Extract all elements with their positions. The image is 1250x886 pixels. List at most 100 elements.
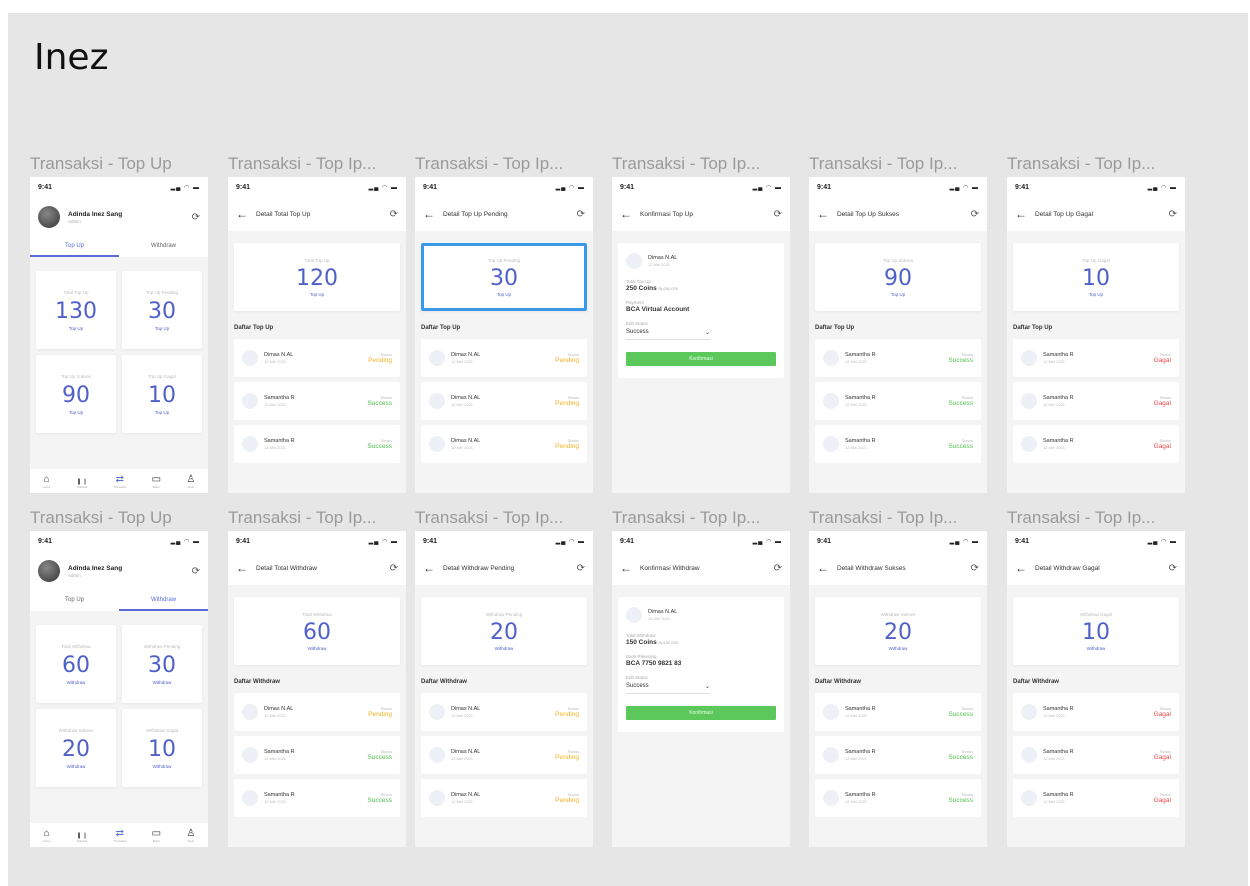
transaction-row[interactable]: Samantha R 12 Mei 2021 Status Success (234, 382, 400, 420)
refresh-icon[interactable]: ⟳ (774, 209, 782, 220)
nav-item-akun[interactable]: ♙ Akun (186, 828, 195, 843)
back-arrow-icon[interactable]: ← (620, 207, 632, 221)
transaction-row[interactable]: Samantha R 12 Mei 2021 Status Gagal (1013, 779, 1179, 817)
screen-frame-8[interactable]: 9:41 ▂▄ ◠ ▬ ← Detail Total Withdraw ⟳ Total W… (228, 531, 406, 847)
transaction-row[interactable]: Dimas N.AL 12 Mei 2021 Status Pending (234, 693, 400, 731)
summary-card[interactable]: Top Up Sukses 90 Top Up (815, 243, 981, 311)
back-arrow-icon[interactable]: ← (236, 207, 248, 221)
transaction-row[interactable]: Samantha R 12 Mei 2021 Status Success (815, 693, 981, 731)
summary-card[interactable]: Top Up Gagal 10 Top Up (1013, 243, 1179, 311)
summary-card[interactable]: Total Withdraw 60 Withdraw (36, 625, 116, 703)
transaction-row[interactable]: Samantha R 12 Mei 2021 Status Gagal (1013, 736, 1179, 774)
row-date: 12 Mei 2021 (845, 359, 868, 364)
refresh-icon[interactable]: ⟳ (390, 563, 398, 574)
summary-card[interactable]: Top Up Sukses 90 Top Up (36, 355, 116, 433)
summary-card[interactable]: Withdraw Pending 30 Withdraw (122, 625, 202, 703)
screen-frame-12[interactable]: 9:41 ▂▄ ◠ ▬ ← Detail Withdraw Gagal ⟳ Withdra… (1007, 531, 1185, 847)
back-arrow-icon[interactable]: ← (423, 561, 435, 575)
person-date: 12 Mei 2021 (648, 262, 671, 267)
transaction-row[interactable]: Dimas N.AL 12 Mei 2021 Status Pending (421, 339, 587, 377)
transaction-row[interactable]: Samantha R 12 Mei 2021 Status Success (234, 736, 400, 774)
nav-item-transaksi[interactable]: ⇄ Transaksi (113, 828, 126, 843)
transaction-row[interactable]: Samantha R 12 Mei 2021 Status Gagal (1013, 382, 1179, 420)
nav-item-home[interactable]: ⌂ Home (43, 828, 51, 843)
summary-card[interactable]: Withdraw Gagal 10 Withdraw (122, 709, 202, 787)
nav-item-akun[interactable]: ♙ Akun (186, 474, 195, 489)
frame-label: Transaksi - Top Ip... (415, 154, 564, 173)
refresh-icon[interactable]: ⟳ (577, 563, 585, 574)
status-select[interactable]: Success ⌄ (626, 680, 710, 694)
confirm-button[interactable]: Konfirmasi (626, 706, 776, 720)
tab-top-up[interactable]: Top Up (30, 237, 119, 257)
back-arrow-icon[interactable]: ← (620, 561, 632, 575)
summary-card[interactable]: Withdraw Pending 20 Withdraw (421, 597, 587, 665)
transaction-row[interactable]: Samantha R 12 Mei 2021 Status Gagal (1013, 693, 1179, 731)
screen-frame-9[interactable]: 9:41 ▂▄ ◠ ▬ ← Detail Withdraw Pending ⟳ Withd… (415, 531, 593, 847)
summary-card[interactable]: Top Up Pending 30 Top Up (421, 243, 587, 311)
back-arrow-icon[interactable]: ← (1015, 207, 1027, 221)
refresh-icon[interactable]: ⟳ (971, 563, 979, 574)
tab-withdraw[interactable]: Withdraw (119, 591, 208, 611)
transaction-row[interactable]: Samantha R 12 Mei 2021 Status Success (234, 425, 400, 463)
status-select[interactable]: Success ⌄ (626, 326, 710, 340)
summary-card[interactable]: Total Top Up 130 Top Up (36, 271, 116, 349)
tab-top-up[interactable]: Top Up (30, 591, 119, 611)
transaction-row[interactable]: Dimas N.AL 12 Mei 2021 Status Pending (421, 693, 587, 731)
screen-frame-2[interactable]: 9:41 ▂▄ ◠ ▬ ← Detail Total Top Up ⟳ Total Top… (228, 177, 406, 493)
transaction-row[interactable]: Dimas N.AL 12 Mei 2021 Status Pending (421, 779, 587, 817)
refresh-icon[interactable]: ⟳ (192, 566, 200, 577)
summary-card[interactable]: Total Withdraw 60 Withdraw (234, 597, 400, 665)
screen-frame-5[interactable]: 9:41 ▂▄ ◠ ▬ ← Detail Top Up Sukses ⟳ Top Up S… (809, 177, 987, 493)
screen-frame-6[interactable]: 9:41 ▂▄ ◠ ▬ ← Detail Top Up Gagal ⟳ Top Up Ga… (1007, 177, 1185, 493)
nav-item-bank[interactable]: ▭ Bank (152, 474, 161, 489)
transaction-row[interactable]: Samantha R 12 Mei 2021 Status Success (815, 779, 981, 817)
screen-frame-4[interactable]: 9:41 ▂▄ ◠ ▬ ← Konfirmasi Top Up ⟳ Dimas N.AL 1… (612, 177, 790, 493)
transaction-row[interactable]: Dimas N.AL 12 Mei 2021 Status Pending (421, 425, 587, 463)
transaction-row[interactable]: Dimas N.AL 12 Mei 2021 Status Pending (421, 736, 587, 774)
nav-item-bank[interactable]: ▭ Bank (152, 828, 161, 843)
confirm-button[interactable]: Konfirmasi (626, 352, 776, 366)
transaction-row[interactable]: Samantha R 12 Mei 2021 Status Success (815, 382, 981, 420)
summary-card[interactable]: Top Up Gagal 10 Top Up (122, 355, 202, 433)
refresh-icon[interactable]: ⟳ (390, 209, 398, 220)
refresh-icon[interactable]: ⟳ (577, 209, 585, 220)
screen-frame-3[interactable]: 9:41 ▂▄ ◠ ▬ ← Detail Top Up Pending ⟳ Top Up … (415, 177, 593, 493)
transaction-row[interactable]: Samantha R 12 Mei 2021 Status Success (815, 425, 981, 463)
screen-frame-10[interactable]: 9:41 ▂▄ ◠ ▬ ← Konfirmasi Withdraw ⟳ Dimas N.A… (612, 531, 790, 847)
transaction-row[interactable]: Samantha R 12 Mei 2021 Status Success (815, 736, 981, 774)
transaction-row[interactable]: Samantha R 12 Mei 2021 Status Gagal (1013, 425, 1179, 463)
transaction-row[interactable]: Samantha R 12 Mei 2021 Status Success (815, 339, 981, 377)
back-arrow-icon[interactable]: ← (1015, 561, 1027, 575)
screen-frame-11[interactable]: 9:41 ▂▄ ◠ ▬ ← Detail Withdraw Sukses ⟳ Withdr… (809, 531, 987, 847)
summary-card[interactable]: Withdraw Gagal 10 Withdraw (1013, 597, 1179, 665)
refresh-icon[interactable]: ⟳ (971, 209, 979, 220)
nav-item-transaksi[interactable]: ⇄ Transaksi (113, 474, 126, 489)
refresh-icon[interactable]: ⟳ (1169, 209, 1177, 220)
back-arrow-icon[interactable]: ← (423, 207, 435, 221)
back-arrow-icon[interactable]: ← (817, 207, 829, 221)
nav-item-home[interactable]: ⌂ Home (43, 474, 51, 489)
refresh-icon[interactable]: ⟳ (1169, 563, 1177, 574)
nav-item-statistik[interactable]: ╻╷ Statistik (76, 828, 88, 843)
transaction-row[interactable]: Samantha R 12 Mei 2021 Status Gagal (1013, 339, 1179, 377)
refresh-icon[interactable]: ⟳ (774, 563, 782, 574)
transaction-row[interactable]: Dimas N.AL 12 Mei 2021 Status Pending (421, 382, 587, 420)
screen-frame-7[interactable]: 9:41 ▂▄ ◠ ▬ Adinda Inez Sang Admin ⟳ Top Up Wi… (30, 531, 208, 847)
back-arrow-icon[interactable]: ← (236, 561, 248, 575)
back-arrow-icon[interactable]: ← (817, 561, 829, 575)
summary-card[interactable]: Withdraw Sukses 20 Withdraw (36, 709, 116, 787)
avatar[interactable] (38, 560, 60, 582)
row-info: Dimas N.AL 12 Mei 2021 (451, 792, 549, 804)
transaction-row[interactable]: Samantha R 12 Mei 2021 Status Success (234, 779, 400, 817)
avatar[interactable] (38, 206, 60, 228)
status-badge: Success (367, 797, 392, 804)
row-info: Samantha R 12 Mei 2021 (845, 792, 942, 804)
refresh-icon[interactable]: ⟳ (192, 212, 200, 223)
summary-card[interactable]: Withdraw Sukses 20 Withdraw (815, 597, 981, 665)
summary-card[interactable]: Total Top Up 120 Top Up (234, 243, 400, 311)
tab-withdraw[interactable]: Withdraw (119, 237, 208, 257)
screen-frame-1[interactable]: 9:41 ▂▄ ◠ ▬ Adinda Inez Sang Admin ⟳ Top Up Wi… (30, 177, 208, 493)
transaction-row[interactable]: Dimas N.AL 12 Mei 2021 Status Pending (234, 339, 400, 377)
summary-card[interactable]: Top Up Pending 30 Top Up (122, 271, 202, 349)
nav-item-statistik[interactable]: ╻╷ Statistik (76, 474, 88, 489)
